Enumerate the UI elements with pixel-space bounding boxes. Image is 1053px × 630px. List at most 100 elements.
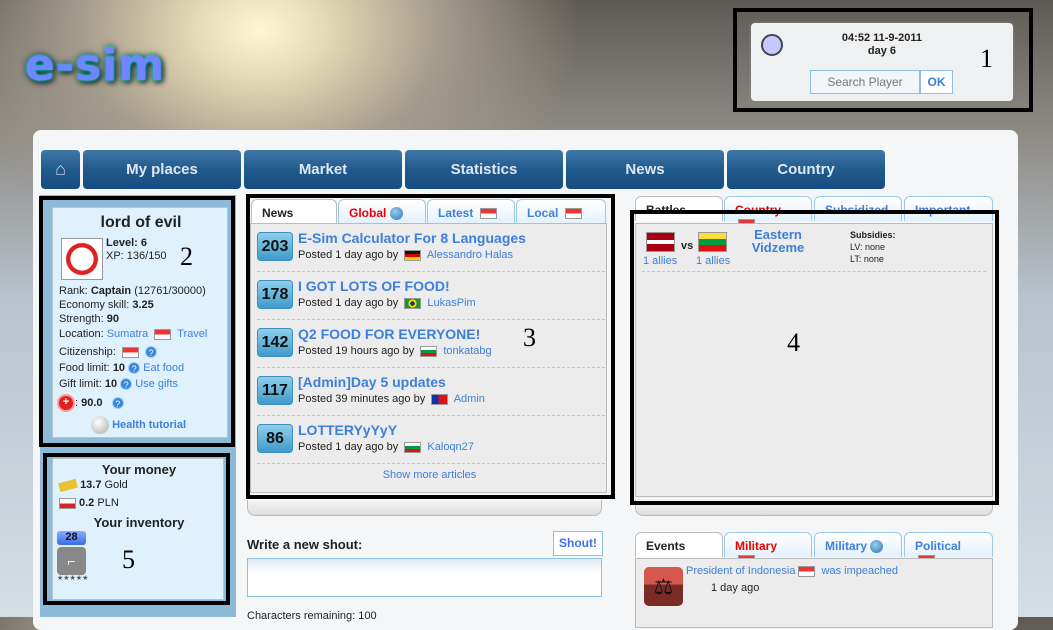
battle-row[interactable]: vs 1 allies 1 allies Eastern Vidzeme Sub… [642,224,986,272]
article-meta: Posted 1 day ago by LukasPim [298,297,476,309]
player-name[interactable]: lord of evil [53,214,229,232]
country-flag-icon [404,297,422,309]
article-item[interactable]: 203 E-Sim Calculator For 8 Languages Pos… [257,224,605,272]
nav-statistics[interactable]: Statistics [405,150,563,189]
tab-events[interactable]: Events [635,532,723,557]
inventory-count: 28 [57,531,86,545]
characters-remaining: Characters remaining: 100 [247,610,377,622]
use-gifts-link[interactable]: Use gifts [135,378,178,390]
server-time: 04:52 11-9-2011 [841,32,923,44]
allies-link[interactable]: 1 allies [696,255,730,267]
location-link[interactable]: Sumatra [107,328,149,340]
nav-news[interactable]: News [566,150,724,189]
health-tutorial[interactable]: Health tutorial [91,416,186,434]
health-value: 90.0 [81,396,103,409]
nav-my-places[interactable]: My places [83,150,241,189]
tab-subsidized[interactable]: Subsidized [814,196,902,221]
indonesia-flag-icon [564,208,582,220]
tab-military-label: Military [735,539,778,553]
tab-latest[interactable]: Latest [427,199,515,224]
article-title[interactable]: LOTTERYyYyY [298,422,397,438]
vote-count[interactable]: 178 [257,280,293,309]
search-player-input[interactable] [810,70,920,94]
tab-country[interactable]: Country [724,196,812,231]
travel-link[interactable]: Travel [177,328,207,340]
gold-value: 13.7 [80,479,102,491]
vote-count[interactable]: 142 [257,328,293,357]
annotation-number-5: 5 [122,545,135,574]
vote-count[interactable]: 86 [257,424,293,453]
gift-limit: Gift limit: 10 ? Use gifts [59,376,178,393]
shout-textarea[interactable] [247,558,602,597]
pln-balance: 0.2 PLN [59,497,119,509]
article-item[interactable]: 86 LOTTERYyYyY Posted 1 day ago by Kaloq… [257,416,605,464]
author-link[interactable]: tonkatabg [443,345,491,357]
eat-food-link[interactable]: Eat food [143,362,184,374]
allies-link[interactable]: 1 allies [643,255,677,267]
article-item[interactable]: 142 Q2 FOOD FOR EVERYONE! Posted 19 hour… [257,320,605,368]
shout-button[interactable]: Shout! [553,531,603,556]
article-item[interactable]: 117 [Admin]Day 5 updates Posted 39 minut… [257,368,605,416]
health-tutorial-link[interactable]: Health tutorial [112,419,186,431]
latvia-flag-icon [646,232,675,252]
str-value: 90 [106,313,119,325]
tab-political[interactable]: Political [904,532,993,567]
help-icon[interactable]: ? [111,397,124,409]
nav-home[interactable]: ⌂ [41,150,80,189]
nav-country[interactable]: Country [727,150,885,189]
help-icon[interactable]: ? [144,346,157,359]
help-icon[interactable]: ? [120,378,133,391]
author-link[interactable]: Kaloqn27 [427,441,474,453]
article-title[interactable]: Q2 FOOD FOR EVERYONE! [298,326,480,342]
vote-count[interactable]: 117 [257,376,293,405]
eco-value: 3.25 [132,299,154,311]
article-meta: Posted 1 day ago by Alessandro Halas [298,249,513,261]
citizenship: Citizenship: ? [59,344,157,361]
health: +: 90.0 ? [57,394,124,412]
globe-icon [870,540,884,554]
help-icon[interactable]: ? [128,362,141,375]
article-title[interactable]: [Admin]Day 5 updates [298,374,446,390]
battle-region-link[interactable]: Eastern Vidzeme [750,228,806,254]
subsidy-lt: LT: none [850,254,884,264]
esim-logo[interactable]: e-sim [25,40,165,91]
money-panel: Your money 13.7 Gold 0.2 PLN Your invent… [52,458,224,600]
tab-important[interactable]: Important [904,196,993,221]
article-title[interactable]: I GOT LOTS OF FOOD! [298,278,450,294]
tab-military-country[interactable]: Military [724,532,812,567]
show-more-articles-link[interactable]: Show more articles [251,469,608,481]
pln-value: 0.2 [79,497,95,509]
tab-military-global[interactable]: Military [814,532,902,557]
pistol-item-icon[interactable]: ⌐ [57,547,86,575]
search-ok-button[interactable]: OK [920,70,953,94]
article-meta: Posted 1 day ago by Kaloqn27 [298,441,474,453]
loc-label: Location: [59,328,104,340]
vote-count[interactable]: 203 [257,232,293,261]
tab-battles[interactable]: Battles [635,196,723,221]
rank-value: Captain [90,285,132,297]
posted-text: Posted 1 day ago by [298,249,399,261]
vs-label: vs [681,240,694,252]
article-title[interactable]: E-Sim Calculator For 8 Languages [298,230,526,246]
author-link[interactable]: LukasPim [427,297,475,309]
country-flag-icon [420,345,438,357]
pln-unit: PLN [97,497,119,509]
clock-panel: 04:52 11-9-2011 day 6 OK [751,23,1013,101]
article-item[interactable]: 178 I GOT LOTS OF FOOD! Posted 1 day ago… [257,272,605,320]
tab-global[interactable]: Global [338,199,426,224]
tab-news[interactable]: News [251,199,337,224]
lithuania-flag-icon [698,232,727,252]
nav-market[interactable]: Market [244,150,402,189]
food-limit: Food limit: 10 ? Eat food [59,360,184,377]
article-meta: Posted 19 hours ago by tonkatabg [298,345,492,357]
str-label: Strength: [59,313,104,325]
citizenship-label: Citizenship: [59,346,116,358]
tab-local-label: Local [527,206,559,220]
author-link[interactable]: Admin [454,393,485,405]
event-action-link[interactable]: was impeached [822,565,898,577]
author-link[interactable]: Alessandro Halas [427,249,513,261]
avatar[interactable] [61,238,103,280]
indonesia-flag-icon [479,208,497,220]
tab-local[interactable]: Local [516,199,606,224]
event-link[interactable]: President of Indonesia [686,565,795,577]
